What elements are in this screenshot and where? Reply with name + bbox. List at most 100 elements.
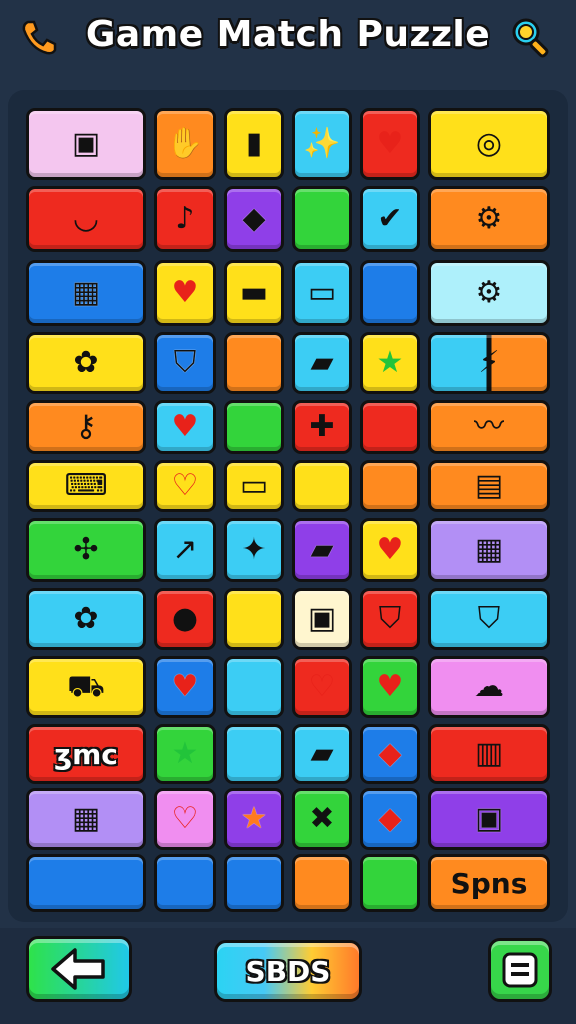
tile[interactable]: ♥ [154,260,216,326]
smile-icon: ◡ [72,201,100,236]
tile[interactable]: ▣ [292,588,352,650]
heart-icon: ♥ [171,409,199,444]
tile[interactable]: ⚡ [428,332,550,394]
key-icon: ⚷ [75,409,97,444]
tile[interactable] [360,400,420,454]
tile[interactable]: ☁ [428,656,550,718]
tile[interactable] [360,854,420,912]
tile[interactable] [26,854,146,912]
film-icon: ▥ [474,736,504,771]
tile[interactable]: ↗ [154,518,216,582]
tile[interactable]: ▭ [224,460,284,512]
tile[interactable]: ✣ [26,518,146,582]
diamond-icon: ◆ [378,736,402,771]
tile[interactable] [224,854,284,912]
tile[interactable]: ● [154,588,216,650]
tile[interactable]: ▰ [292,724,352,784]
tile[interactable] [224,656,284,718]
tile[interactable]: ✦ [224,518,284,582]
tile[interactable]: ⌨ [26,460,146,512]
tile[interactable]: Spns [428,854,550,912]
tile[interactable]: ⛉ [154,332,216,394]
bottle-icon: ▰ [310,736,334,771]
shield-face-icon: ⛉ [477,601,501,636]
tile[interactable]: ✚ [292,400,352,454]
menu-button[interactable] [488,938,552,1002]
tile[interactable] [292,460,352,512]
tile[interactable]: ✖ [292,788,352,850]
tile[interactable]: ▬ [224,260,284,326]
tile[interactable]: ♡ [154,788,216,850]
tile[interactable]: 〰 [428,400,550,454]
tile[interactable] [292,186,352,252]
tile[interactable]: ♥ [154,656,216,718]
tile[interactable] [292,854,352,912]
tile[interactable]: ♡ [154,460,216,512]
tile[interactable]: ▣ [428,788,550,850]
tile[interactable]: ♪ [154,186,216,252]
back-button[interactable] [26,936,132,1002]
wave-icon: 〰 [474,409,504,444]
tile[interactable]: ✿ [26,588,146,650]
heart-icon: ♡ [171,801,199,836]
tile[interactable]: ◡ [26,186,146,252]
cloud-icon: ☁ [474,669,504,704]
tile[interactable]: ◆ [360,724,420,784]
tile[interactable]: ♥ [360,518,420,582]
star-icon: ★ [171,736,199,771]
tile[interactable]: ♥ [360,656,420,718]
tile[interactable]: ▥ [428,724,550,784]
tile[interactable] [224,724,284,784]
camera-icon: ▣ [474,801,504,836]
tile[interactable]: ★ [154,724,216,784]
tile[interactable]: ⛉ [360,588,420,650]
plus-icon: ✚ [309,409,335,444]
tile[interactable]: ⛟ [26,656,146,718]
tile[interactable]: ▰ [292,518,352,582]
leaf-icon: ✦ [241,532,267,567]
tile[interactable] [224,400,284,454]
tile[interactable]: ⛉ [428,588,550,650]
tile[interactable]: ◆ [360,788,420,850]
face-icon: ● [171,601,199,636]
tile[interactable] [360,460,420,512]
tile[interactable]: ▣ [26,108,146,180]
tile[interactable]: ▤ [428,460,550,512]
tile[interactable]: ✨ [292,108,352,180]
tile[interactable]: ◆ [224,186,284,252]
tile[interactable]: ★ [224,788,284,850]
tile[interactable]: ♡ [292,656,352,718]
tile[interactable]: ▦ [26,788,146,850]
score-button[interactable]: SBDS [214,940,362,1002]
tile[interactable] [224,588,284,650]
tile[interactable]: ★ [360,332,420,394]
tile[interactable]: ◎ [428,108,550,180]
tile[interactable]: ♥ [154,400,216,454]
tile[interactable]: ▦ [26,260,146,326]
wand-icon: ✨ [303,126,341,161]
tile[interactable]: ▮ [224,108,284,180]
tile[interactable] [224,332,284,394]
tile[interactable] [154,854,216,912]
check-icon: ✔ [377,201,403,236]
battery-icon: ▮ [245,126,263,161]
heart-icon: ♥ [376,126,404,161]
tile[interactable]: ✿ [26,332,146,394]
search-icon[interactable] [508,14,554,60]
tile[interactable]: ⚙ [428,260,550,326]
tile[interactable]: ʒmc [26,724,146,784]
tile[interactable]: ✋ [154,108,216,180]
bottle-icon: ▰ [310,345,334,380]
id-card-icon: ▣ [71,126,101,161]
tile[interactable]: ▰ [292,332,352,394]
tile[interactable]: ▦ [428,518,550,582]
tile[interactable]: ⚙ [428,186,550,252]
tile[interactable]: ♥ [360,108,420,180]
bottle-icon: ▰ [310,532,334,567]
tile[interactable] [360,260,420,326]
page-title: Game Match Puzzle [85,14,491,55]
tile[interactable]: ▭ [292,260,352,326]
tile[interactable]: ✔ [360,186,420,252]
battery-icon: ▭ [307,275,337,310]
tile[interactable]: ⚷ [26,400,146,454]
